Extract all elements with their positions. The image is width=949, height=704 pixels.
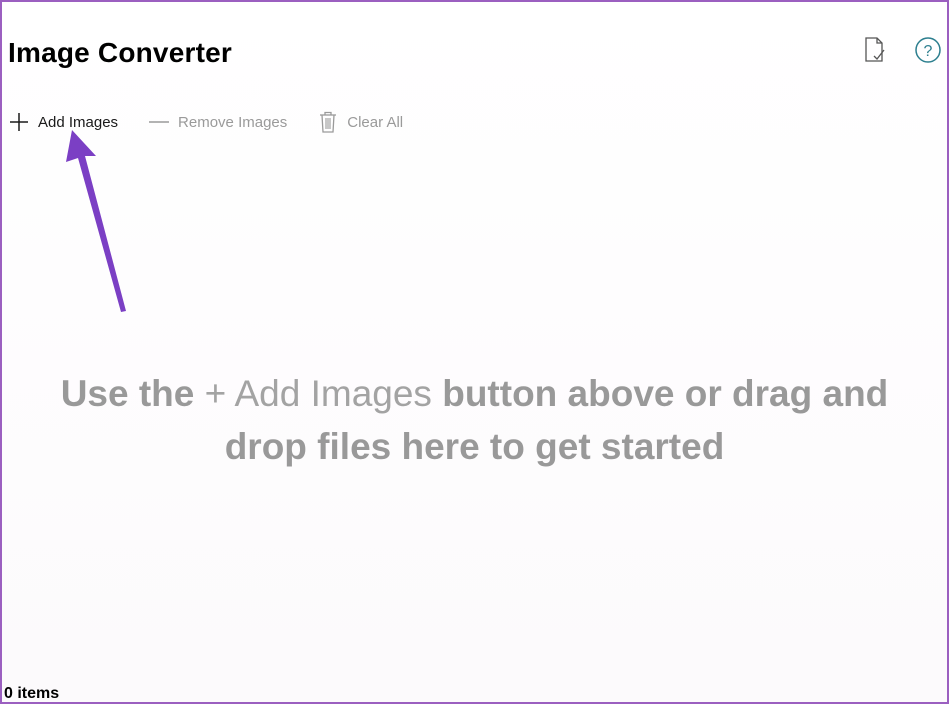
add-images-button[interactable]: Add Images	[8, 108, 118, 136]
clear-all-button[interactable]: Clear All	[317, 108, 403, 136]
minus-icon	[148, 111, 170, 133]
add-images-label: Add Images	[38, 113, 119, 131]
plus-icon	[8, 111, 30, 133]
empty-state-message: Use the + Add Images button above or dra…	[2, 367, 947, 473]
hint-add-images-reference: + Add Images	[204, 373, 432, 414]
remove-images-label: Remove Images	[178, 113, 288, 131]
clear-all-label: Clear All	[347, 113, 404, 131]
svg-text:?: ?	[924, 43, 933, 60]
toolbar: Add Images Remove Images Clear All	[8, 108, 403, 136]
item-count-status: 0 items	[4, 685, 60, 702]
document-icon[interactable]	[860, 36, 888, 64]
trash-icon	[317, 111, 339, 133]
hint-text-2: button above or drag and	[442, 373, 889, 414]
help-icon[interactable]: ?	[914, 36, 942, 64]
remove-images-button[interactable]: Remove Images	[148, 108, 287, 136]
app-window: Image Converter ? Add Images Remove Imag…	[0, 0, 949, 704]
app-title: Image Converter	[8, 37, 232, 68]
hint-text-1: Use the	[60, 373, 195, 414]
hint-text-3: drop files here to get started	[224, 426, 725, 467]
